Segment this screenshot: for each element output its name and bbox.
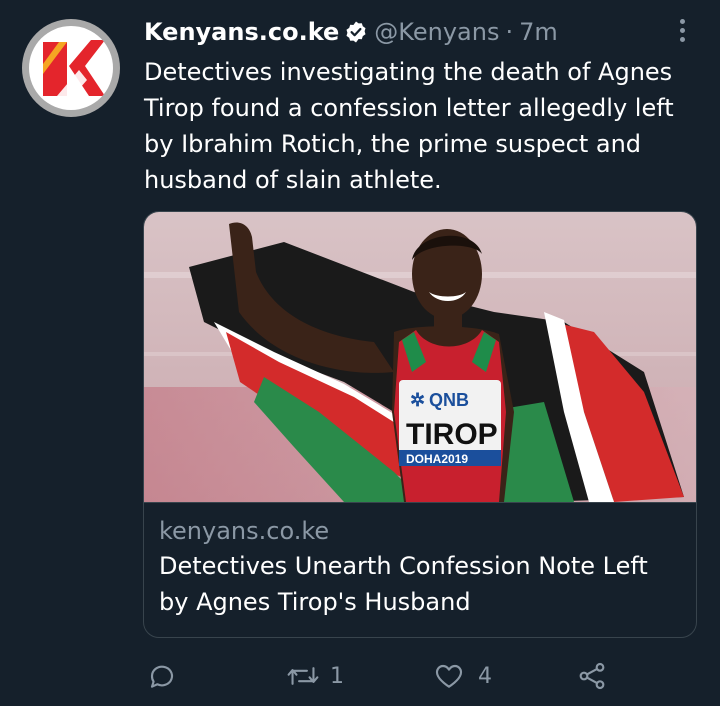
- tweet-text: Detectives investigating the death of Ag…: [144, 58, 674, 194]
- reply-icon: [146, 660, 178, 692]
- like-count: 4: [478, 663, 492, 689]
- like-button[interactable]: 4: [432, 658, 492, 694]
- kenyans-logo-icon: [29, 26, 113, 110]
- heart-icon: [432, 660, 466, 692]
- tweet[interactable]: Kenyans.co.ke @Kenyans · 7m Detectives i…: [0, 0, 720, 706]
- card-meta: kenyans.co.ke Detectives Unearth Confess…: [144, 502, 696, 637]
- more-options-icon[interactable]: [672, 16, 692, 44]
- reply-button[interactable]: [146, 658, 192, 694]
- svg-text:✲: ✲: [410, 390, 425, 410]
- tweet-action-bar: 1 4: [144, 658, 624, 694]
- card-domain: kenyans.co.ke: [159, 517, 330, 545]
- share-button[interactable]: [576, 658, 622, 694]
- tweet-timestamp[interactable]: 7m: [519, 18, 558, 46]
- card-title[interactable]: Detectives Unearth Confession Note Left …: [159, 548, 682, 620]
- author-avatar[interactable]: [22, 19, 120, 117]
- bib-sponsor: QNB: [429, 390, 469, 410]
- bib-name: TIROP: [406, 418, 498, 451]
- header-separator: ·: [505, 18, 514, 46]
- card-image: ✲ QNB TIROP DOHA2019: [144, 212, 696, 502]
- retweet-icon: [286, 660, 320, 692]
- link-preview-card[interactable]: ✲ QNB TIROP DOHA2019 kenyans.co.ke Detec…: [143, 211, 697, 638]
- retweet-button[interactable]: 1: [286, 658, 344, 694]
- author-handle[interactable]: @Kenyans: [374, 18, 499, 46]
- verified-badge-icon: [344, 20, 368, 44]
- retweet-count: 1: [330, 663, 344, 689]
- tweet-header: Kenyans.co.ke @Kenyans · 7m: [144, 14, 558, 50]
- share-icon: [576, 660, 608, 692]
- author-name[interactable]: Kenyans.co.ke: [144, 18, 339, 46]
- bib-event: DOHA2019: [406, 452, 468, 466]
